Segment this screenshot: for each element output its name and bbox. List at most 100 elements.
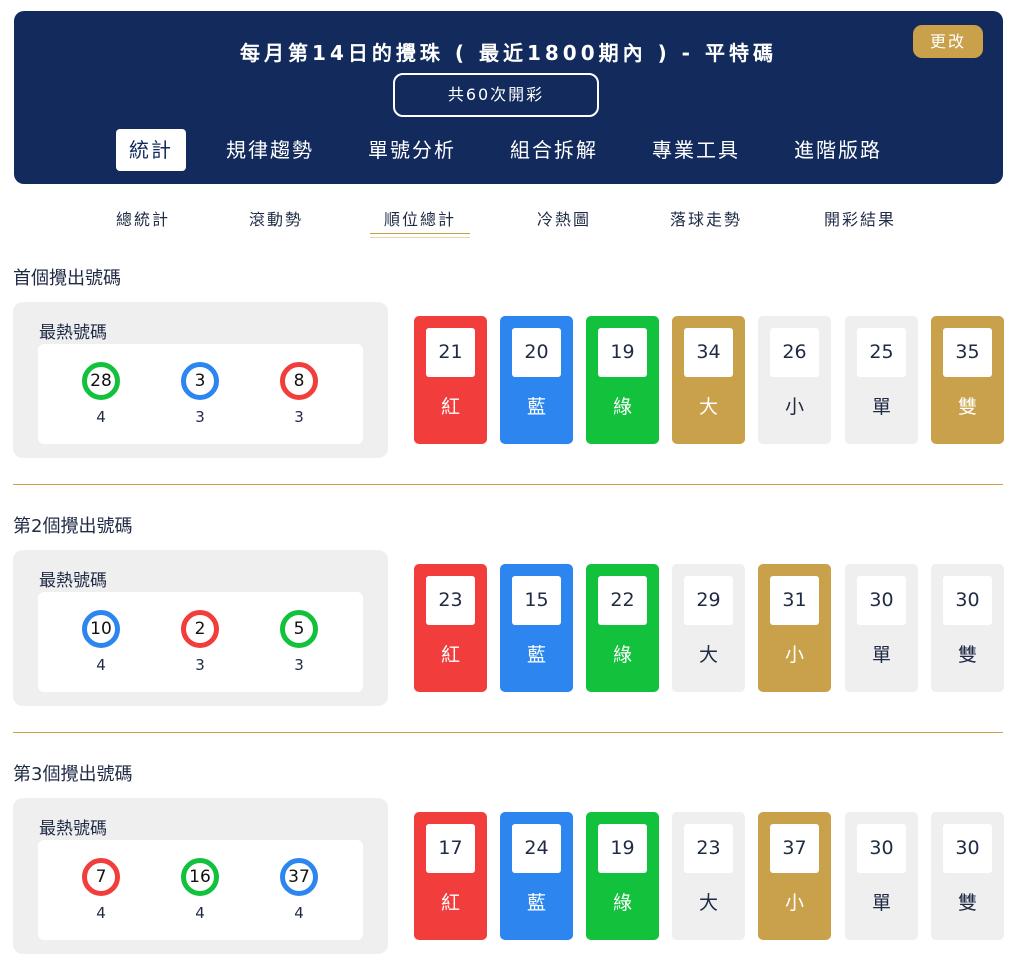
stat-count: 31 <box>770 576 819 625</box>
stat-label: 小 <box>784 644 804 666</box>
stat-count: 29 <box>684 576 733 625</box>
stat-card: 30 雙 <box>931 812 1004 940</box>
number-ball[interactable]: 28 <box>82 362 120 400</box>
stat-label: 雙 <box>957 644 977 666</box>
stat-label: 單 <box>871 644 891 666</box>
stat-card: 25 單 <box>845 316 918 444</box>
number-ball[interactable]: 7 <box>82 858 120 896</box>
number-ball[interactable]: 16 <box>181 858 219 896</box>
stat-count: 23 <box>426 576 475 625</box>
sub-tab-rolling[interactable]: 滾動勢 <box>249 206 303 230</box>
stat-count: 35 <box>943 328 992 377</box>
stat-count: 37 <box>770 824 819 873</box>
stat-label: 紅 <box>440 644 460 666</box>
page-title: 每月第14日的攪珠 ( 最近1800期內 ) - 平特碼 <box>240 41 777 65</box>
stat-count: 23 <box>684 824 733 873</box>
stat-label: 紅 <box>440 892 460 914</box>
hot-numbers-label: 最熱號碼 <box>39 819 107 839</box>
hot-numbers-label: 最熱號碼 <box>39 323 107 343</box>
stat-card: 31 小 <box>758 564 831 692</box>
stat-card: 22 綠 <box>586 564 659 692</box>
sub-tab-position[interactable]: 順位總計 <box>369 206 471 238</box>
section-divider <box>13 732 1003 733</box>
stat-count: 30 <box>857 824 906 873</box>
stat-label: 大 <box>698 396 718 418</box>
hot-numbers-label: 最熱號碼 <box>39 571 107 591</box>
number-ball[interactable]: 8 <box>280 362 318 400</box>
sub-tab-heatmap[interactable]: 冷熱圖 <box>537 206 591 230</box>
stat-label: 雙 <box>957 396 977 418</box>
hot-number-count: 4 <box>96 656 106 674</box>
stat-count: 19 <box>598 824 647 873</box>
change-button[interactable]: 更改 <box>913 25 983 58</box>
stat-card: 30 單 <box>845 564 918 692</box>
stat-card: 30 雙 <box>931 564 1004 692</box>
hot-number-count: 4 <box>96 408 106 426</box>
stat-label: 雙 <box>957 892 977 914</box>
stat-count: 21 <box>426 328 475 377</box>
sub-tab-overall[interactable]: 總統計 <box>116 206 170 230</box>
section-title: 第3個攪出號碼 <box>13 764 133 785</box>
number-ball[interactable]: 37 <box>280 858 318 896</box>
number-ball[interactable]: 3 <box>181 362 219 400</box>
stat-count: 30 <box>943 824 992 873</box>
stat-count: 30 <box>857 576 906 625</box>
section-divider <box>13 484 1003 485</box>
stat-card: 35 雙 <box>931 316 1004 444</box>
hot-numbers-panel: 最熱號碼 28 4 3 3 8 3 <box>13 302 388 458</box>
stat-card: 17 紅 <box>414 812 487 940</box>
stat-count: 24 <box>512 824 561 873</box>
stat-card: 24 藍 <box>500 812 573 940</box>
sub-tabs: 總統計 滾動勢 順位總計 冷熱圖 落球走勢 開彩結果 <box>0 196 1023 240</box>
stat-label: 紅 <box>440 396 460 418</box>
stat-label: 藍 <box>526 644 546 666</box>
stat-card: 21 紅 <box>414 316 487 444</box>
main-tab-trend[interactable]: 規律趨勢 <box>226 129 314 171</box>
main-tab-combo[interactable]: 組合拆解 <box>510 129 598 171</box>
stat-count: 25 <box>857 328 906 377</box>
stat-label: 小 <box>784 892 804 914</box>
main-tab-single-analysis[interactable]: 單號分析 <box>368 129 456 171</box>
hot-numbers-panel: 最熱號碼 10 4 2 3 5 3 <box>13 550 388 706</box>
hot-number-count: 3 <box>294 656 304 674</box>
stat-label: 小 <box>784 396 804 418</box>
stat-count: 30 <box>943 576 992 625</box>
stat-count: 17 <box>426 824 475 873</box>
main-tabs: 統計 規律趨勢 單號分析 組合拆解 專業工具 進階版路 <box>14 129 1003 171</box>
section-title: 首個攪出號碼 <box>13 268 121 289</box>
main-tab-stats[interactable]: 統計 <box>116 129 186 171</box>
stat-label: 綠 <box>612 892 632 914</box>
stat-count: 20 <box>512 328 561 377</box>
stat-label: 綠 <box>612 396 632 418</box>
position-section: 第2個攪出號碼 最熱號碼 10 4 2 3 5 3 23 紅 15 藍 22 綠 29 大 31 小 30 單 30 雙 <box>0 512 1023 712</box>
stat-card: 29 大 <box>672 564 745 692</box>
stat-card: 37 小 <box>758 812 831 940</box>
stat-label: 綠 <box>612 644 632 666</box>
hot-numbers-list: 28 4 3 3 8 3 <box>38 344 363 444</box>
stat-card: 23 大 <box>672 812 745 940</box>
main-tab-tools[interactable]: 專業工具 <box>652 129 740 171</box>
number-ball[interactable]: 5 <box>280 610 318 648</box>
stat-label: 藍 <box>526 396 546 418</box>
stat-count: 19 <box>598 328 647 377</box>
position-section: 首個攪出號碼 最熱號碼 28 4 3 3 8 3 21 紅 20 藍 19 綠 34 大 26 小 25 單 35 雙 <box>0 264 1023 464</box>
stat-card: 30 單 <box>845 812 918 940</box>
draw-count-badge: 共60次開彩 <box>393 73 599 117</box>
stat-label: 單 <box>871 396 891 418</box>
stat-card: 20 藍 <box>500 316 573 444</box>
hot-number-count: 3 <box>195 408 205 426</box>
main-tab-advanced[interactable]: 進階版路 <box>794 129 882 171</box>
number-ball[interactable]: 10 <box>82 610 120 648</box>
stat-label: 大 <box>698 644 718 666</box>
number-ball[interactable]: 2 <box>181 610 219 648</box>
stat-label: 藍 <box>526 892 546 914</box>
header-banner: 每月第14日的攪珠 ( 最近1800期內 ) - 平特碼 更改 共60次開彩 統… <box>14 11 1003 184</box>
sub-tab-results[interactable]: 開彩結果 <box>824 206 896 230</box>
hot-numbers-panel: 最熱號碼 7 4 16 4 37 4 <box>13 798 388 954</box>
section-title: 第2個攪出號碼 <box>13 516 133 537</box>
hot-numbers-list: 10 4 2 3 5 3 <box>38 592 363 692</box>
stat-label: 單 <box>871 892 891 914</box>
hot-number-count: 4 <box>96 904 106 922</box>
sub-tab-ball-trend[interactable]: 落球走勢 <box>670 206 742 230</box>
stat-card: 19 綠 <box>586 812 659 940</box>
